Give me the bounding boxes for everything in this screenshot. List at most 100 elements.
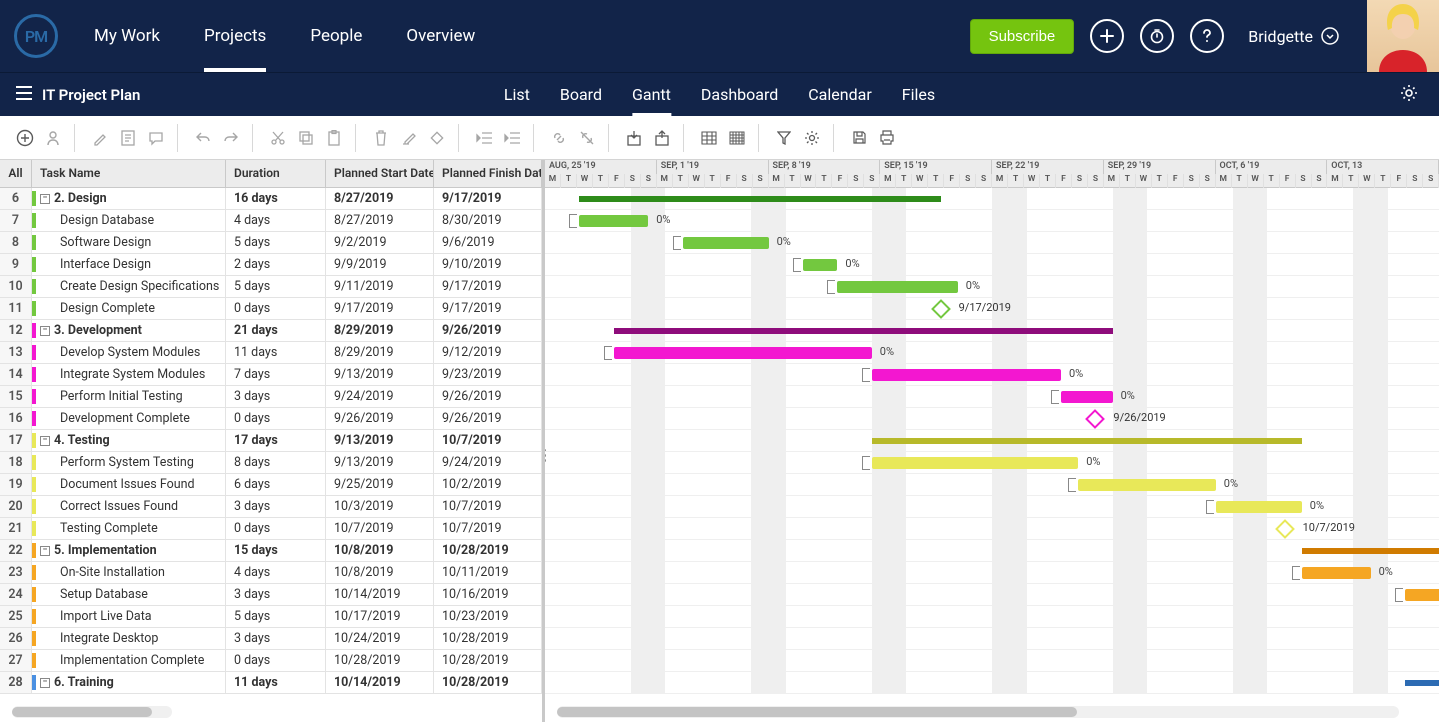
collapse-toggle[interactable]: −	[40, 436, 50, 446]
timer-icon[interactable]	[1140, 19, 1174, 53]
paste-icon[interactable]	[325, 129, 343, 147]
grid-scrollbar[interactable]	[12, 706, 172, 718]
filter-icon[interactable]	[775, 129, 793, 147]
collapse-toggle[interactable]: −	[40, 194, 50, 204]
notes-icon[interactable]	[119, 129, 137, 147]
collapse-toggle[interactable]: −	[40, 678, 50, 688]
table-row[interactable]: 9Interface Design2 days9/9/20199/10/2019	[0, 254, 542, 276]
task-bar[interactable]	[579, 215, 648, 227]
table-row[interactable]: 28−6. Training11 days10/14/201910/28/201…	[0, 672, 542, 694]
collapse-toggle[interactable]: −	[40, 546, 50, 556]
delete-icon[interactable]	[372, 129, 390, 147]
milestone-diamond[interactable]	[931, 299, 951, 319]
viewtab-dashboard[interactable]: Dashboard	[701, 73, 778, 116]
summary-bar[interactable]	[614, 328, 1113, 334]
table-row[interactable]: 13Develop System Modules11 days8/29/2019…	[0, 342, 542, 364]
settings-icon[interactable]	[803, 129, 821, 147]
table-row[interactable]: 11Design Complete0 days9/17/20199/17/201…	[0, 298, 542, 320]
gantt-row[interactable]: 0%	[545, 232, 1439, 254]
gantt-row[interactable]: 0%	[545, 276, 1439, 298]
task-bar[interactable]	[614, 347, 872, 359]
grid-large-icon[interactable]	[728, 129, 746, 147]
user-menu[interactable]: Bridgette	[1240, 27, 1351, 46]
gantt-body[interactable]: 0%0%0%0%9/17/20190%0%0%9/26/20190%0%0%10…	[545, 188, 1439, 694]
assign-icon[interactable]	[44, 129, 62, 147]
gantt-row[interactable]: 0%	[545, 342, 1439, 364]
col-name[interactable]: Task Name	[32, 160, 226, 187]
gantt-row[interactable]: 0%	[545, 584, 1439, 606]
table-row[interactable]: 23On-Site Installation4 days10/8/201910/…	[0, 562, 542, 584]
gantt-row[interactable]: 0%	[545, 496, 1439, 518]
task-bar[interactable]	[872, 457, 1078, 469]
cut-icon[interactable]	[269, 129, 287, 147]
print-icon[interactable]	[878, 129, 896, 147]
link-icon[interactable]	[550, 129, 568, 147]
export-icon[interactable]	[653, 129, 671, 147]
gantt-row[interactable]: 0%	[545, 452, 1439, 474]
table-row[interactable]: 15Perform Initial Testing3 days9/24/2019…	[0, 386, 542, 408]
col-duration[interactable]: Duration	[226, 160, 326, 187]
redo-icon[interactable]	[222, 129, 240, 147]
milestone-diamond[interactable]	[1275, 519, 1295, 539]
gantt-row[interactable]	[545, 672, 1439, 694]
gantt-row[interactable]	[545, 650, 1439, 672]
gantt-row[interactable]: 0%	[545, 254, 1439, 276]
task-bar[interactable]	[1405, 589, 1439, 601]
gantt-row[interactable]	[545, 430, 1439, 452]
gantt-row[interactable]	[545, 540, 1439, 562]
clear-icon[interactable]	[400, 129, 418, 147]
viewtab-gantt[interactable]: Gantt	[632, 73, 671, 116]
unlink-icon[interactable]	[578, 129, 596, 147]
table-row[interactable]: 27Implementation Complete0 days10/28/201…	[0, 650, 542, 672]
table-row[interactable]: 26Integrate Desktop3 days10/24/201910/28…	[0, 628, 542, 650]
task-bar[interactable]	[1078, 479, 1216, 491]
table-row[interactable]: 7Design Database4 days8/27/20198/30/2019	[0, 210, 542, 232]
indent-icon[interactable]	[503, 129, 521, 147]
gantt-row[interactable]: 10/7/2019	[545, 518, 1439, 540]
table-row[interactable]: 17−4. Testing17 days9/13/201910/7/2019	[0, 430, 542, 452]
subscribe-button[interactable]: Subscribe	[970, 19, 1075, 54]
nav-overview[interactable]: Overview	[384, 0, 497, 72]
comment-icon[interactable]	[147, 129, 165, 147]
task-bar[interactable]	[803, 259, 837, 271]
help-button[interactable]	[1190, 19, 1224, 53]
viewtab-calendar[interactable]: Calendar	[808, 73, 871, 116]
import-icon[interactable]	[625, 129, 643, 147]
summary-bar[interactable]	[1302, 548, 1439, 554]
table-row[interactable]: 18Perform System Testing8 days9/13/20199…	[0, 452, 542, 474]
viewtab-board[interactable]: Board	[560, 73, 602, 116]
grid-scrollbar-thumb[interactable]	[12, 707, 152, 717]
outdent-icon[interactable]	[475, 129, 493, 147]
task-bar[interactable]	[1061, 391, 1113, 403]
table-row[interactable]: 10Create Design Specifications5 days9/11…	[0, 276, 542, 298]
summary-bar[interactable]	[872, 438, 1302, 444]
col-finish[interactable]: Planned Finish Date	[434, 160, 542, 187]
undo-icon[interactable]	[194, 129, 212, 147]
table-row[interactable]: 6−2. Design16 days8/27/20199/17/2019	[0, 188, 542, 210]
task-bar[interactable]	[1302, 567, 1371, 579]
table-row[interactable]: 8Software Design5 days9/2/20199/6/2019	[0, 232, 542, 254]
gantt-row[interactable]: 9/17/2019	[545, 298, 1439, 320]
table-row[interactable]: 20Correct Issues Found3 days10/3/201910/…	[0, 496, 542, 518]
add-button[interactable]	[1090, 19, 1124, 53]
edit-icon[interactable]	[91, 129, 109, 147]
nav-projects[interactable]: Projects	[182, 0, 288, 72]
summary-bar[interactable]	[579, 196, 940, 202]
task-bar[interactable]	[872, 369, 1061, 381]
gantt-row[interactable]: 0%	[545, 364, 1439, 386]
nav-my-work[interactable]: My Work	[72, 0, 182, 72]
gantt-row[interactable]: 0%	[545, 386, 1439, 408]
nav-people[interactable]: People	[288, 0, 384, 72]
milestone-icon[interactable]	[428, 129, 446, 147]
viewtab-files[interactable]: Files	[902, 73, 935, 116]
summary-bar[interactable]	[1405, 680, 1439, 686]
viewtab-list[interactable]: List	[504, 73, 530, 116]
col-start[interactable]: Planned Start Date	[326, 160, 434, 187]
task-bar[interactable]	[1216, 501, 1302, 513]
gantt-row[interactable]: 0%	[545, 474, 1439, 496]
table-row[interactable]: 19Document Issues Found6 days9/25/201910…	[0, 474, 542, 496]
table-row[interactable]: 25Import Live Data5 days10/17/201910/23/…	[0, 606, 542, 628]
gantt-row[interactable]	[545, 606, 1439, 628]
gantt-scrollbar-thumb[interactable]	[557, 707, 1077, 717]
task-bar[interactable]	[683, 237, 769, 249]
